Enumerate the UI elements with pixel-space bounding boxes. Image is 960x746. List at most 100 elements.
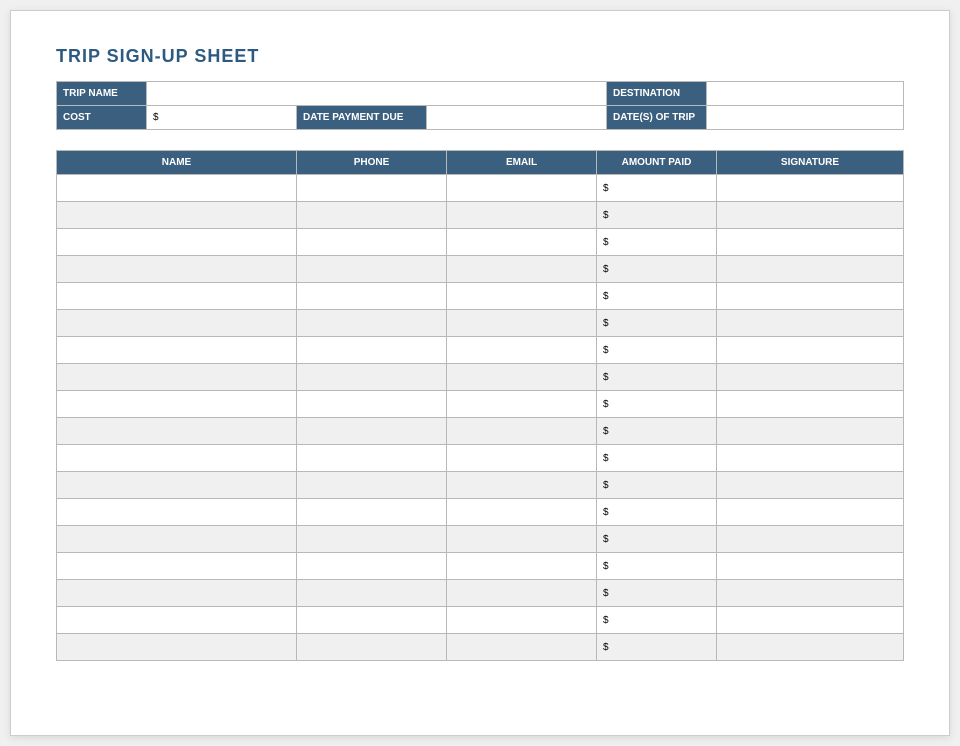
cell-email[interactable]: [447, 445, 597, 472]
cell-name[interactable]: [57, 256, 297, 283]
cell-signature[interactable]: [717, 310, 904, 337]
cell-phone[interactable]: [297, 337, 447, 364]
cell-email[interactable]: [447, 310, 597, 337]
destination-value[interactable]: [707, 82, 904, 106]
cell-amount[interactable]: $: [597, 337, 717, 364]
cell-email[interactable]: [447, 229, 597, 256]
cell-name[interactable]: [57, 364, 297, 391]
cell-email[interactable]: [447, 634, 597, 661]
cell-name[interactable]: [57, 580, 297, 607]
cell-signature[interactable]: [717, 634, 904, 661]
cell-name[interactable]: [57, 229, 297, 256]
cell-phone[interactable]: [297, 580, 447, 607]
cell-phone[interactable]: [297, 553, 447, 580]
cell-name[interactable]: [57, 283, 297, 310]
date-payment-due-value[interactable]: [427, 106, 607, 130]
cell-amount[interactable]: $: [597, 634, 717, 661]
cell-email[interactable]: [447, 472, 597, 499]
cell-email[interactable]: [447, 175, 597, 202]
cell-signature[interactable]: [717, 526, 904, 553]
cell-email[interactable]: [447, 418, 597, 445]
cell-email[interactable]: [447, 364, 597, 391]
cell-signature[interactable]: [717, 229, 904, 256]
cell-name[interactable]: [57, 499, 297, 526]
cell-email[interactable]: [447, 256, 597, 283]
cell-signature[interactable]: [717, 337, 904, 364]
cell-name[interactable]: [57, 391, 297, 418]
table-row: $: [57, 337, 904, 364]
cell-name[interactable]: [57, 310, 297, 337]
cell-amount[interactable]: $: [597, 310, 717, 337]
cell-phone[interactable]: [297, 229, 447, 256]
cell-signature[interactable]: [717, 175, 904, 202]
cell-name[interactable]: [57, 553, 297, 580]
cell-phone[interactable]: [297, 418, 447, 445]
cell-name[interactable]: [57, 202, 297, 229]
cell-name[interactable]: [57, 445, 297, 472]
cell-email[interactable]: [447, 499, 597, 526]
cell-email[interactable]: [447, 391, 597, 418]
trip-name-value[interactable]: [147, 82, 607, 106]
cell-amount[interactable]: $: [597, 229, 717, 256]
cell-amount[interactable]: $: [597, 499, 717, 526]
cell-phone[interactable]: [297, 499, 447, 526]
cell-name[interactable]: [57, 526, 297, 553]
table-row: $: [57, 175, 904, 202]
cell-email[interactable]: [447, 580, 597, 607]
cell-signature[interactable]: [717, 445, 904, 472]
cell-name[interactable]: [57, 472, 297, 499]
cell-email[interactable]: [447, 283, 597, 310]
cell-name[interactable]: [57, 418, 297, 445]
cell-signature[interactable]: [717, 607, 904, 634]
cell-amount[interactable]: $: [597, 202, 717, 229]
cell-signature[interactable]: [717, 364, 904, 391]
cell-signature[interactable]: [717, 418, 904, 445]
cell-phone[interactable]: [297, 175, 447, 202]
cell-amount[interactable]: $: [597, 553, 717, 580]
cell-phone[interactable]: [297, 607, 447, 634]
cell-phone[interactable]: [297, 310, 447, 337]
cell-signature[interactable]: [717, 283, 904, 310]
cell-email[interactable]: [447, 553, 597, 580]
cell-phone[interactable]: [297, 283, 447, 310]
cell-name[interactable]: [57, 607, 297, 634]
cell-email[interactable]: [447, 526, 597, 553]
cell-amount[interactable]: $: [597, 607, 717, 634]
cell-phone[interactable]: [297, 472, 447, 499]
cell-amount[interactable]: $: [597, 526, 717, 553]
cell-name[interactable]: [57, 634, 297, 661]
cell-email[interactable]: [447, 202, 597, 229]
cell-amount[interactable]: $: [597, 472, 717, 499]
cell-signature[interactable]: [717, 499, 904, 526]
cell-amount[interactable]: $: [597, 283, 717, 310]
table-row: $: [57, 202, 904, 229]
cell-amount[interactable]: $: [597, 580, 717, 607]
dates-of-trip-value[interactable]: [707, 106, 904, 130]
destination-label: DESTINATION: [607, 82, 707, 106]
cell-amount[interactable]: $: [597, 256, 717, 283]
cell-amount[interactable]: $: [597, 391, 717, 418]
cell-name[interactable]: [57, 337, 297, 364]
cell-phone[interactable]: [297, 634, 447, 661]
cell-signature[interactable]: [717, 202, 904, 229]
cell-phone[interactable]: [297, 391, 447, 418]
cell-email[interactable]: [447, 337, 597, 364]
cell-signature[interactable]: [717, 391, 904, 418]
col-email: EMAIL: [447, 151, 597, 175]
cell-phone[interactable]: [297, 445, 447, 472]
cell-name[interactable]: [57, 175, 297, 202]
cell-phone[interactable]: [297, 364, 447, 391]
cell-amount[interactable]: $: [597, 364, 717, 391]
cell-phone[interactable]: [297, 202, 447, 229]
cell-signature[interactable]: [717, 256, 904, 283]
cell-phone[interactable]: [297, 526, 447, 553]
cost-value[interactable]: $: [147, 106, 297, 130]
cell-amount[interactable]: $: [597, 175, 717, 202]
cell-signature[interactable]: [717, 472, 904, 499]
cell-amount[interactable]: $: [597, 445, 717, 472]
cell-signature[interactable]: [717, 580, 904, 607]
cell-amount[interactable]: $: [597, 418, 717, 445]
cell-signature[interactable]: [717, 553, 904, 580]
cell-phone[interactable]: [297, 256, 447, 283]
cell-email[interactable]: [447, 607, 597, 634]
